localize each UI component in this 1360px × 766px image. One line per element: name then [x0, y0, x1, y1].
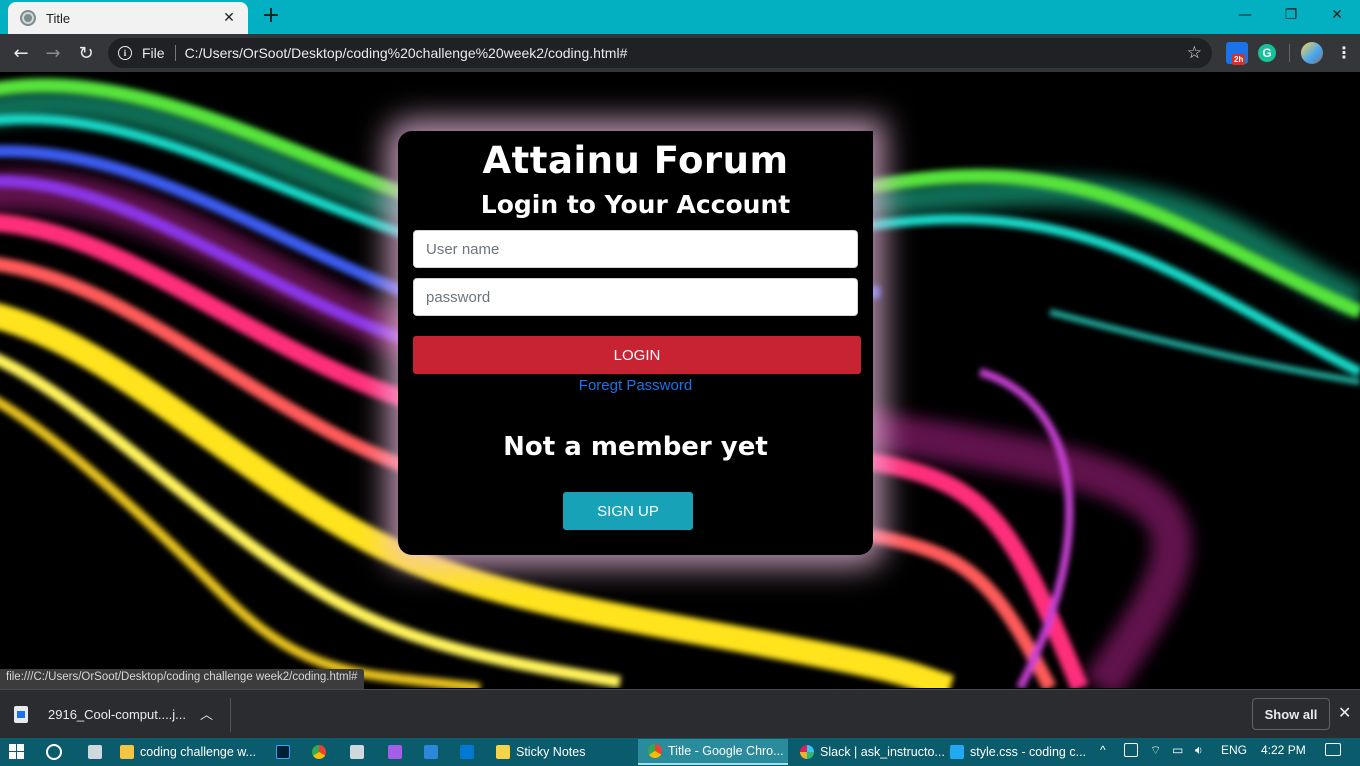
taskbar-app-label: coding challenge w...: [140, 745, 257, 759]
cortana-search-icon[interactable]: [46, 744, 62, 760]
profile-avatar[interactable]: [1301, 42, 1323, 64]
chrome-icon: [648, 744, 662, 758]
taskbar-app-chrome[interactable]: Title - Google Chro...: [638, 739, 788, 765]
vscode-icon: [950, 745, 964, 759]
restore-icon[interactable]: ❐: [1268, 0, 1314, 30]
photoshop-icon: [276, 745, 290, 759]
notepad-taskbar-icon[interactable]: [340, 739, 370, 765]
photoshop-taskbar-icon[interactable]: [266, 739, 296, 765]
volume-icon[interactable]: 🔉︎: [1195, 743, 1203, 758]
clock[interactable]: 4:22 PM: [1261, 743, 1306, 757]
grammarly-extension-icon[interactable]: G: [1258, 44, 1276, 62]
security-tray-icon[interactable]: [1124, 743, 1138, 757]
url-text[interactable]: C:/Users/OrSoot/Desktop/coding%20challen…: [185, 45, 1187, 61]
download-file-name: 2916_Cool-comput....j...: [48, 706, 187, 722]
reload-icon[interactable]: ↻: [73, 40, 99, 66]
wifi-icon[interactable]: ⌔: [1150, 743, 1161, 758]
paint-taskbar-icon[interactable]: [378, 739, 408, 765]
taskbar-app-slack[interactable]: Slack | ask_instructo...: [790, 739, 945, 765]
page-viewport: Attainu Forum Login to Your Account LOGI…: [0, 72, 1360, 688]
browser-toolbar: ← → ↻ i File C:/Users/OrSoot/Desktop/cod…: [0, 34, 1360, 72]
login-card: Attainu Forum Login to Your Account LOGI…: [398, 131, 873, 555]
chevron-up-icon[interactable]: ︿: [200, 704, 213, 723]
toolbar-divider: [1289, 44, 1290, 62]
taskbar-app-label: style.css - coding c...: [970, 745, 1087, 759]
close-window-icon[interactable]: ✕: [1314, 0, 1360, 30]
bookmark-star-icon[interactable]: ☆: [1187, 43, 1202, 63]
url-scheme: File: [142, 45, 176, 61]
login-button[interactable]: LOGIN: [413, 336, 861, 374]
windows-start-icon[interactable]: [9, 744, 25, 760]
close-shelf-icon[interactable]: ✕: [1338, 703, 1351, 722]
windows-taskbar: coding challenge w... Sticky Notes Title…: [0, 738, 1360, 766]
chrome-icon: [312, 745, 326, 759]
address-bar[interactable]: i File C:/Users/OrSoot/Desktop/coding%20…: [108, 38, 1212, 68]
calculator-icon: [88, 745, 102, 759]
store-icon: [424, 745, 438, 759]
slack-icon: [800, 745, 814, 759]
info-icon[interactable]: i: [118, 46, 132, 60]
shelf-divider: [230, 698, 231, 732]
outlook-icon: [460, 745, 474, 759]
signup-button[interactable]: SIGN UP: [563, 492, 693, 530]
username-input[interactable]: [413, 230, 858, 268]
download-item[interactable]: 2916_Cool-comput....j...: [14, 700, 186, 728]
new-tab-button[interactable]: +: [258, 3, 284, 29]
taskbar-app-label: Sticky Notes: [516, 745, 586, 759]
login-subtitle: Login to Your Account: [480, 190, 791, 219]
taskbar-app-label: Title - Google Chro...: [668, 744, 784, 758]
minimize-icon[interactable]: —: [1222, 0, 1268, 30]
store-taskbar-icon[interactable]: [414, 739, 444, 765]
browser-tab-bar: Title ✕ + — ❐ ✕: [0, 0, 1360, 34]
tab-title: Title: [46, 10, 71, 26]
paint-icon: [388, 745, 402, 759]
taskbar-app-sticky-notes[interactable]: Sticky Notes: [486, 739, 585, 765]
forward-arrow-icon[interactable]: →: [40, 40, 66, 66]
back-arrow-icon[interactable]: ←: [8, 40, 34, 66]
extension-badge: 2h: [1232, 54, 1246, 65]
calculator-taskbar-icon[interactable]: [78, 739, 108, 765]
browser-tab[interactable]: Title ✕: [8, 2, 248, 34]
folder-icon: [120, 745, 134, 759]
language-indicator[interactable]: ENG: [1221, 743, 1247, 757]
download-shelf: 2916_Cool-comput....j... ︿ Show all ✕: [0, 689, 1360, 738]
image-file-icon: [14, 705, 28, 723]
browser-menu-icon[interactable]: ⋮: [1334, 43, 1354, 62]
battery-icon[interactable]: ▭: [1172, 743, 1183, 757]
taskbar-app-vscode[interactable]: style.css - coding c...: [940, 739, 1086, 765]
status-bar-url: file:///C:/Users/OrSoot/Desktop/coding c…: [0, 669, 364, 689]
forgot-password-link[interactable]: Foregt Password: [398, 377, 873, 394]
sticky-notes-icon: [496, 745, 510, 759]
chrome-taskbar-icon[interactable]: [302, 739, 332, 765]
globe-icon: [20, 10, 36, 26]
taskbar-app-label: Slack | ask_instructo...: [820, 745, 945, 759]
not-member-heading: Not a member yet: [503, 432, 768, 462]
page-title: Attainu Forum: [482, 139, 789, 182]
password-input[interactable]: [413, 278, 858, 316]
close-tab-icon[interactable]: ✕: [220, 10, 238, 26]
outlook-taskbar-icon[interactable]: [450, 739, 480, 765]
taskbar-app-explorer[interactable]: coding challenge w...: [110, 739, 256, 765]
tray-expand-icon[interactable]: ^: [1100, 743, 1106, 757]
notepad-icon: [350, 745, 364, 759]
notifications-icon[interactable]: [1325, 743, 1341, 756]
window-controls: — ❐ ✕: [1222, 0, 1360, 30]
show-all-button[interactable]: Show all: [1252, 698, 1330, 730]
